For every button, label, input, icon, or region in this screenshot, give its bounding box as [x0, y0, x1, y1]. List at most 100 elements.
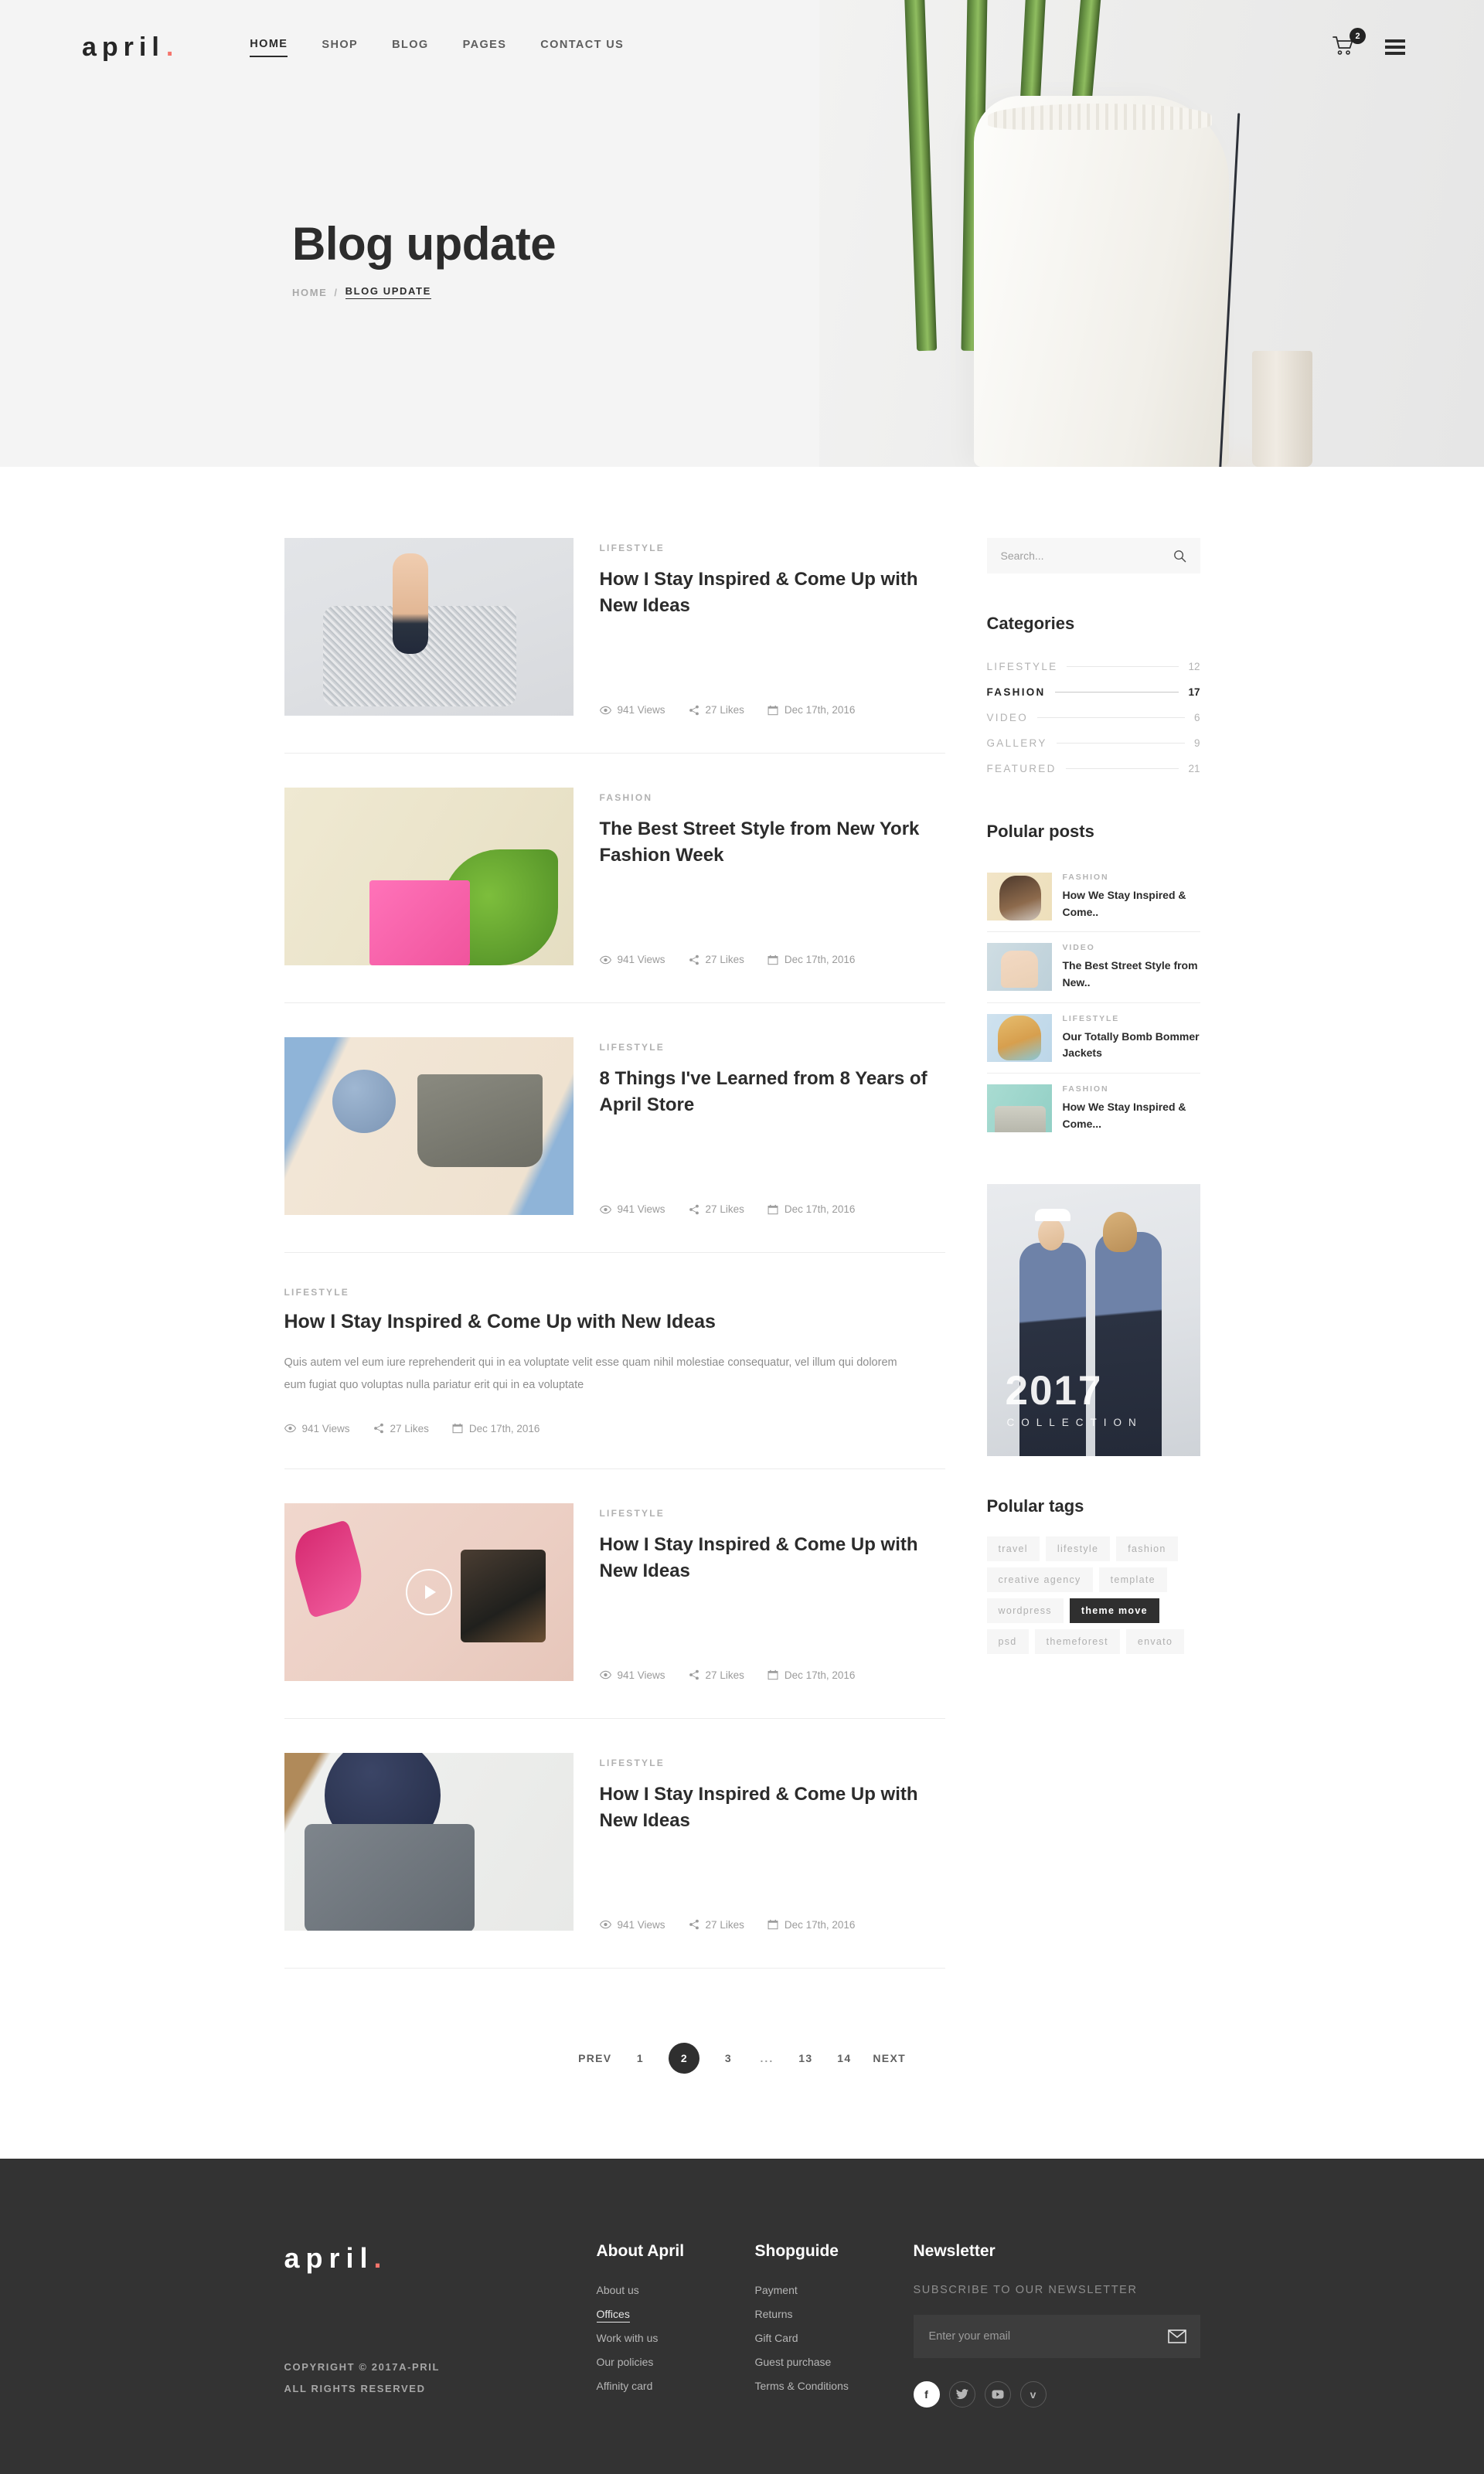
model-head-left [1037, 1217, 1064, 1251]
pagination-page-13[interactable]: 13 [795, 2052, 815, 2064]
tag-wordpress[interactable]: wordpress [986, 1598, 1064, 1623]
pagination-page-2[interactable]: 2 [669, 2042, 700, 2074]
popular-posts-list: FASHION How We Stay Inspired & Come.. VI… [986, 862, 1200, 1144]
popular-post-thumbnail[interactable] [986, 1084, 1052, 1133]
post-item[interactable]: LIFESTYLE How I Stay Inspired & Come Up … [284, 1502, 945, 1719]
category-divider [1065, 768, 1179, 769]
share-icon [689, 955, 699, 965]
post-title[interactable]: The Best Street Style from New York Fash… [600, 816, 932, 869]
category-item-lifestyle[interactable]: LIFESTYLE 12 [987, 654, 1200, 679]
main-navigation: HOME SHOP BLOG PAGES CONTACT US [250, 38, 624, 57]
footer-link-offices[interactable]: Offices [596, 2307, 630, 2323]
cart-button[interactable]: 2 [1333, 28, 1366, 59]
pagination-page-14[interactable]: 14 [834, 2052, 854, 2064]
post-category[interactable]: FASHION [600, 792, 945, 803]
breadcrumb-home[interactable]: HOME [292, 287, 327, 298]
tag-travel[interactable]: travel [986, 1536, 1040, 1561]
post-category[interactable]: LIFESTYLE [600, 1758, 945, 1768]
footer-link-our-policies[interactable]: Our policies [597, 2356, 654, 2368]
footer-link-work-with-us[interactable]: Work with us [597, 2332, 659, 2344]
post-item[interactable]: LIFESTYLE How I Stay Inspired & Come Up … [284, 538, 945, 754]
popular-post-item[interactable]: FASHION How We Stay Inspired & Come... [986, 1074, 1200, 1143]
post-views-text: 941 Views [617, 1203, 665, 1215]
footer-link-gift-card[interactable]: Gift Card [755, 2332, 798, 2344]
popular-post-item[interactable]: FASHION How We Stay Inspired & Come.. [986, 862, 1200, 933]
post-item[interactable]: LIFESTYLE 8 Things I've Learned from 8 Y… [284, 1037, 945, 1253]
post-category[interactable]: LIFESTYLE [600, 543, 945, 553]
post-title[interactable]: How I Stay Inspired & Come Up with New I… [600, 1532, 932, 1585]
menu-toggle-button[interactable] [1385, 39, 1405, 55]
categories-heading: Categories [986, 614, 1075, 633]
tag-fashion[interactable]: fashion [1116, 1536, 1178, 1561]
newsletter-form[interactable] [913, 2314, 1200, 2358]
tag-themeforest[interactable]: themeforest [1034, 1628, 1120, 1654]
post-thumbnail[interactable] [284, 1037, 574, 1215]
nav-item-shop[interactable]: SHOP [322, 39, 358, 56]
post-title[interactable]: How I Stay Inspired & Come Up with New I… [284, 1308, 945, 1336]
search-icon[interactable] [1173, 550, 1186, 563]
post-thumbnail[interactable] [284, 1502, 574, 1681]
popular-post-item[interactable]: LIFESTYLE Our Totally Bomb Bommer Jacket… [986, 1003, 1200, 1074]
pagination-prev[interactable]: PREV [578, 2052, 611, 2064]
site-logo[interactable]: april. [82, 34, 179, 60]
newsletter-email-input[interactable] [928, 2329, 1130, 2343]
nav-item-blog[interactable]: BLOG [392, 39, 429, 56]
pagination-page-3[interactable]: 3 [718, 2052, 738, 2064]
popular-post-item[interactable]: VIDEO The Best Street Style from New.. [986, 932, 1200, 1003]
footer-link-guest-purchase[interactable]: Guest purchase [755, 2356, 832, 2368]
post-item[interactable]: LIFESTYLE How I Stay Inspired & Come Up … [284, 1752, 945, 1969]
page-title: Blog update [292, 218, 556, 270]
tag-template[interactable]: template [1098, 1567, 1167, 1592]
popular-post-title[interactable]: The Best Street Style from New.. [1063, 958, 1200, 991]
tag-psd[interactable]: psd [986, 1628, 1029, 1654]
post-title[interactable]: 8 Things I've Learned from 8 Years of Ap… [600, 1066, 932, 1119]
tag-envato[interactable]: envato [1125, 1628, 1185, 1654]
footer-link-about-us[interactable]: About us [597, 2284, 639, 2296]
tag-theme-move[interactable]: theme move [1069, 1598, 1159, 1623]
popular-post-thumbnail[interactable] [986, 873, 1052, 921]
post-category[interactable]: LIFESTYLE [600, 1508, 945, 1519]
post-item[interactable]: LIFESTYLE How I Stay Inspired & Come Up … [284, 1287, 945, 1469]
footer-logo[interactable]: april. [284, 2242, 597, 2275]
category-item-video[interactable]: VIDEO 6 [987, 705, 1200, 730]
category-item-gallery[interactable]: GALLERY 9 [987, 730, 1200, 756]
nav-item-pages[interactable]: PAGES [463, 39, 507, 56]
post-category[interactable]: LIFESTYLE [600, 1042, 945, 1053]
post-views: 941 Views [599, 954, 665, 965]
pagination-page-1[interactable]: 1 [630, 2052, 650, 2064]
post-category[interactable]: LIFESTYLE [284, 1287, 945, 1298]
nav-item-contact-us[interactable]: CONTACT US [540, 39, 624, 56]
search-input[interactable] [1000, 550, 1156, 562]
post-date-text: Dec 17th, 2016 [784, 1918, 856, 1931]
popular-post-title[interactable]: Our Totally Bomb Bommer Jackets [1063, 1029, 1200, 1062]
envelope-icon[interactable] [1167, 2329, 1186, 2343]
post-thumbnail[interactable] [284, 1752, 574, 1931]
footer-link-terms-conditions[interactable]: Terms & Conditions [755, 2380, 849, 2392]
popular-post-thumbnail[interactable] [986, 1013, 1052, 1062]
tag-creative-agency[interactable]: creative agency [986, 1567, 1093, 1592]
promo-banner[interactable]: 2017 COLLECTION [986, 1183, 1200, 1456]
eye-icon [284, 1424, 296, 1433]
nav-item-home[interactable]: HOME [250, 38, 288, 57]
footer-column-shopguide: Shopguide Payment Returns Gift Card Gues… [755, 2242, 914, 2408]
footer-link-returns[interactable]: Returns [755, 2308, 793, 2320]
popular-post-title[interactable]: How We Stay Inspired & Come... [1063, 1099, 1200, 1132]
category-item-featured[interactable]: FEATURED 21 [987, 756, 1200, 781]
post-item[interactable]: FASHION The Best Street Style from New Y… [284, 788, 945, 1003]
post-thumbnail[interactable] [284, 538, 574, 716]
post-title[interactable]: How I Stay Inspired & Come Up with New I… [600, 1781, 932, 1835]
post-title[interactable]: How I Stay Inspired & Come Up with New I… [600, 567, 932, 620]
post-thumbnail[interactable] [284, 788, 574, 965]
popular-posts-heading: Polular posts [986, 822, 1094, 841]
tag-lifestyle[interactable]: lifestyle [1045, 1536, 1111, 1561]
category-item-fashion[interactable]: FASHION 17 [987, 679, 1200, 705]
play-button-icon[interactable] [405, 1568, 452, 1615]
post-date-text: Dec 17th, 2016 [784, 1203, 856, 1215]
pagination-next[interactable]: NEXT [873, 2052, 906, 2064]
popular-post-title[interactable]: How We Stay Inspired & Come.. [1063, 887, 1200, 921]
popular-post-thumbnail[interactable] [986, 943, 1052, 992]
footer-link-payment[interactable]: Payment [755, 2284, 798, 2296]
popular-post-category: FASHION [1062, 1084, 1109, 1094]
footer-link-affinity-card[interactable]: Affinity card [597, 2380, 653, 2392]
search-box[interactable] [986, 538, 1200, 573]
